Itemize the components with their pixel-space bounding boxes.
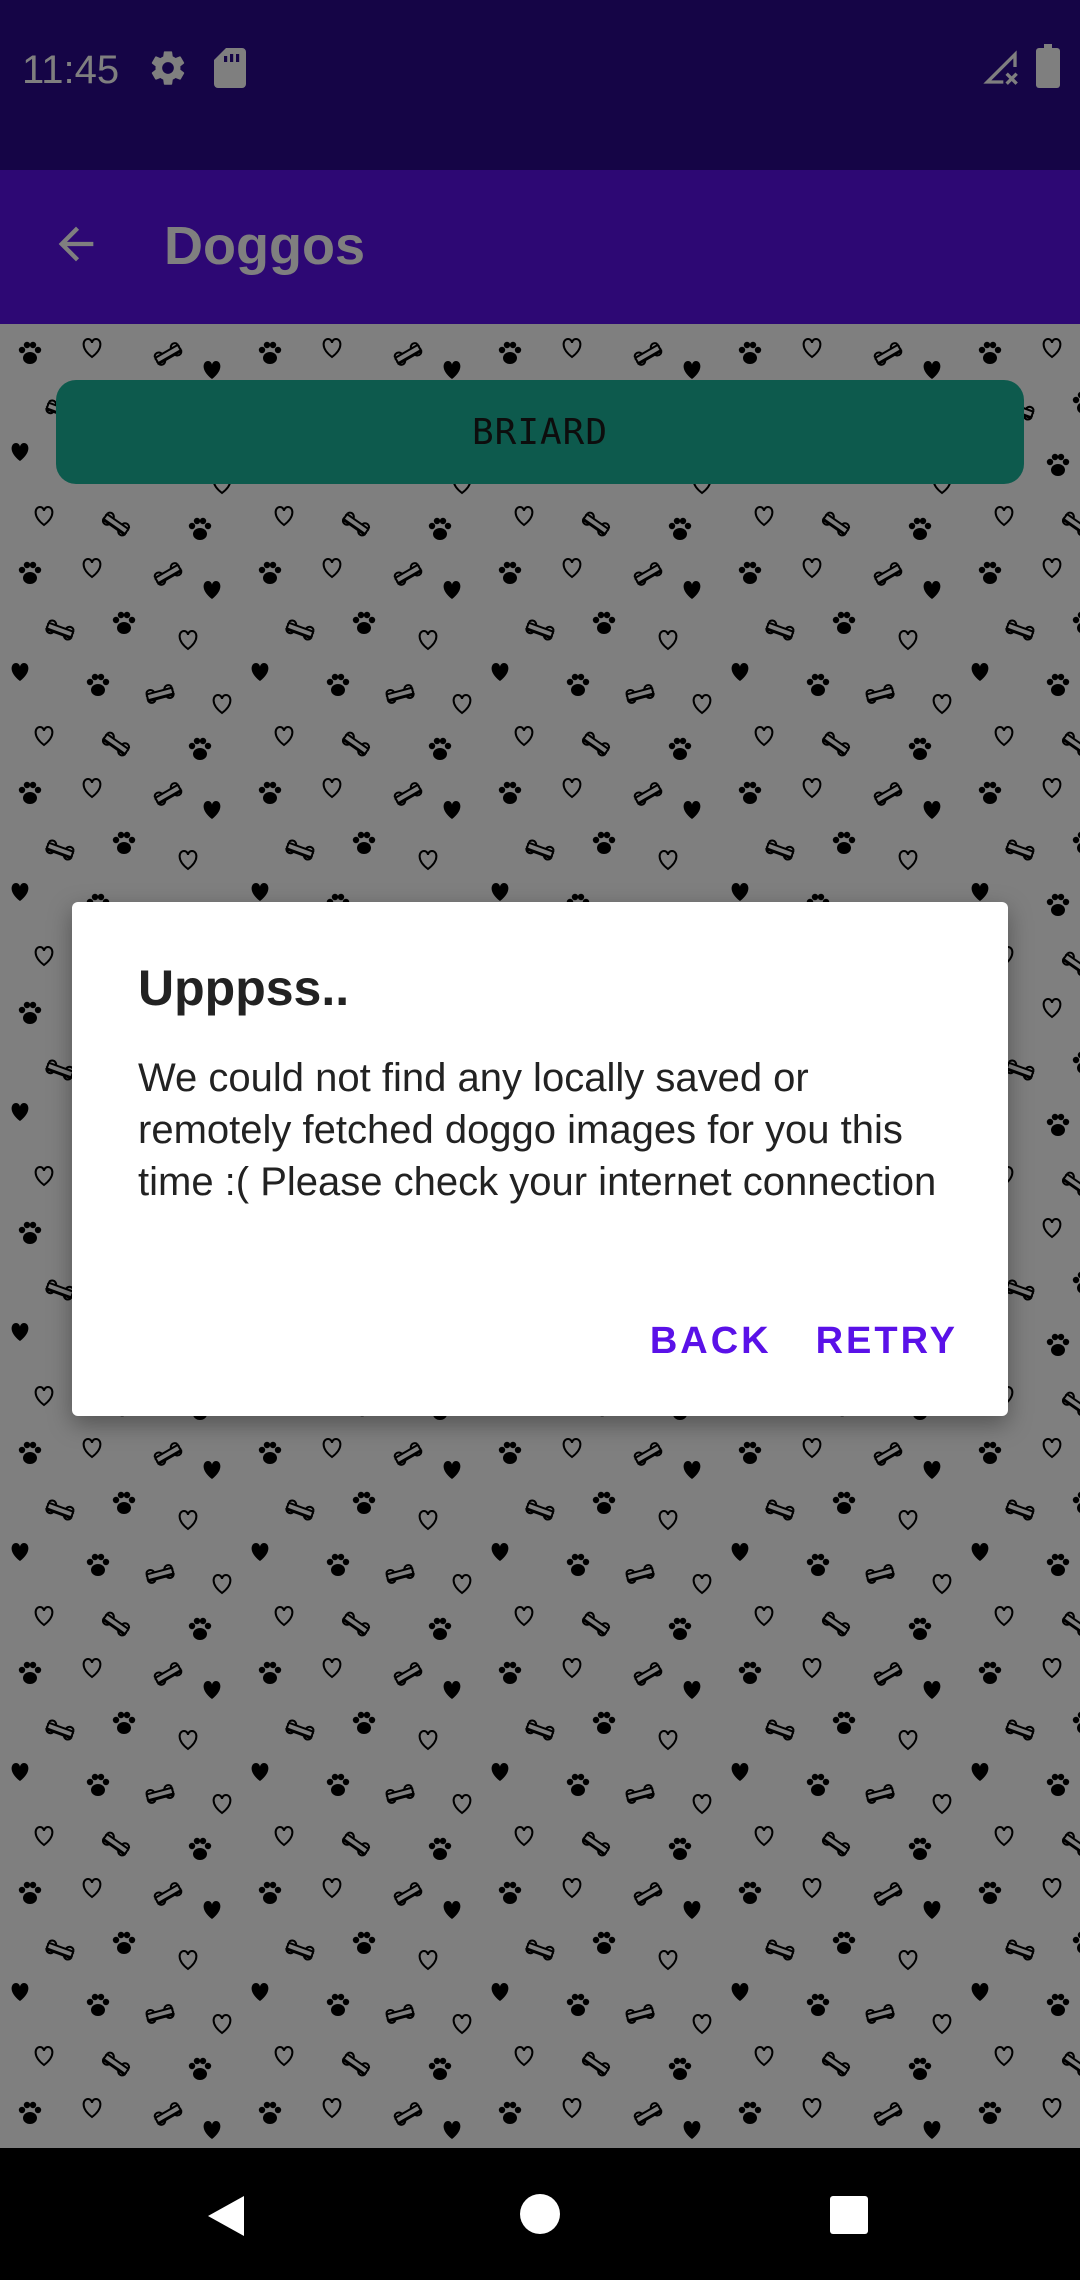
dialog-actions: BACK RETRY: [650, 1306, 958, 1376]
dialog-message: We could not find any locally saved or r…: [138, 1056, 937, 1204]
error-dialog: Upppss.. We could not find any locally s…: [72, 902, 1008, 1416]
dialog-title: Upppss..: [138, 960, 350, 1016]
nav-home-icon[interactable]: [518, 2192, 562, 2236]
navigation-bar: [0, 2148, 1080, 2280]
nav-back-icon[interactable]: [204, 2192, 248, 2240]
nav-recent-icon[interactable]: [828, 2194, 870, 2236]
retry-button[interactable]: RETRY: [816, 1320, 958, 1363]
screen: 11:45 Doggos: [0, 0, 1080, 2280]
back-button[interactable]: BACK: [650, 1320, 772, 1363]
